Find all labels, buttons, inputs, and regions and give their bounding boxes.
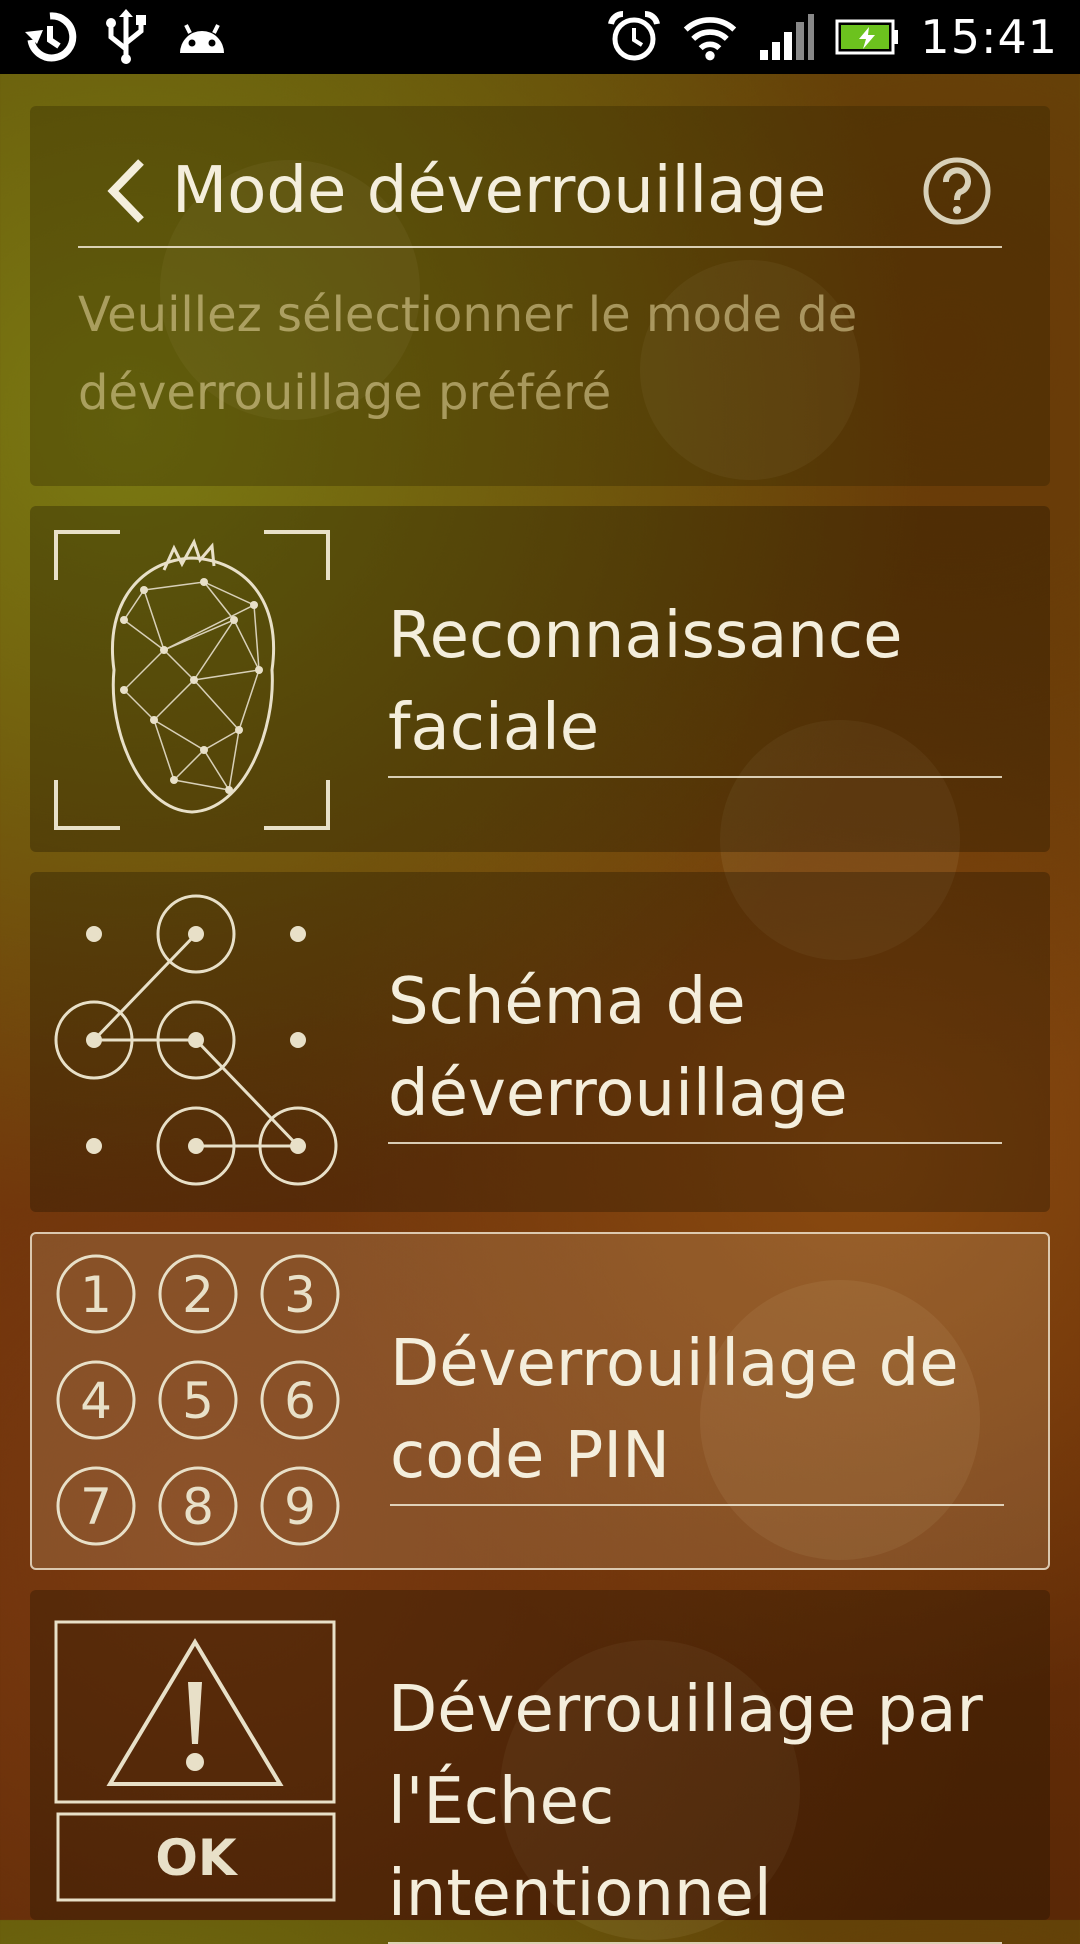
header-row: Mode déverrouillage: [78, 136, 1002, 248]
option-pattern-lock[interactable]: Schéma de déverrouillage: [30, 872, 1050, 1212]
ok-label: OK: [155, 1829, 237, 1887]
android-icon: [174, 9, 230, 65]
status-bar: 15:41: [0, 0, 1080, 74]
pin-key-digit: 5: [182, 1372, 214, 1430]
header-card: Mode déverrouillage Veuillez sélectionne…: [30, 106, 1050, 486]
wifi-icon: [682, 9, 738, 65]
back-chevron-icon[interactable]: [96, 151, 156, 231]
face-recognition-icon: [54, 530, 330, 830]
pin-key-digit: 3: [284, 1266, 316, 1324]
clock: 15:41: [920, 10, 1058, 64]
pattern-lock-icon: [54, 894, 338, 1186]
help-icon[interactable]: [922, 156, 992, 226]
option-label-face-recognition: Reconnaissance faciale: [388, 590, 1002, 778]
pin-key-digit: 2: [182, 1266, 214, 1324]
pin-key-digit: 6: [284, 1372, 316, 1430]
alarm-icon: [606, 9, 662, 65]
signal-icon: [758, 9, 815, 65]
page-title: Mode déverrouillage: [172, 154, 827, 228]
pin-key-digit: 4: [80, 1372, 112, 1430]
option-face-recognition[interactable]: Reconnaissance faciale: [30, 506, 1050, 852]
battery-charging-icon: [834, 9, 900, 65]
sync-icon: [22, 9, 78, 65]
option-label-pattern-lock: Schéma de déverrouillage: [388, 956, 1002, 1144]
pin-key-digit: 7: [80, 1478, 112, 1536]
option-intentional-fail[interactable]: OK Déverrouillage par l'Échec intentionn…: [30, 1590, 1050, 1944]
pin-keypad-icon: 1 2 3 4 5 6 7 8 9: [56, 1254, 340, 1546]
option-label-pin-unlock: Déverrouillage de code PIN: [390, 1318, 1004, 1506]
usb-icon: [98, 9, 154, 65]
option-pin-unlock[interactable]: 1 2 3 4 5 6 7 8 9 Déverrouillage de code PIN: [30, 1232, 1050, 1570]
option-label-intentional-fail: Déverrouillage par l'Échec intentionnel: [388, 1664, 1002, 1944]
page-subtitle: Veuillez sélectionner le mode de déverro…: [78, 287, 858, 421]
pin-key-digit: 8: [182, 1478, 214, 1536]
pin-key-digit: 1: [80, 1266, 112, 1324]
pin-key-digit: 9: [284, 1478, 316, 1536]
